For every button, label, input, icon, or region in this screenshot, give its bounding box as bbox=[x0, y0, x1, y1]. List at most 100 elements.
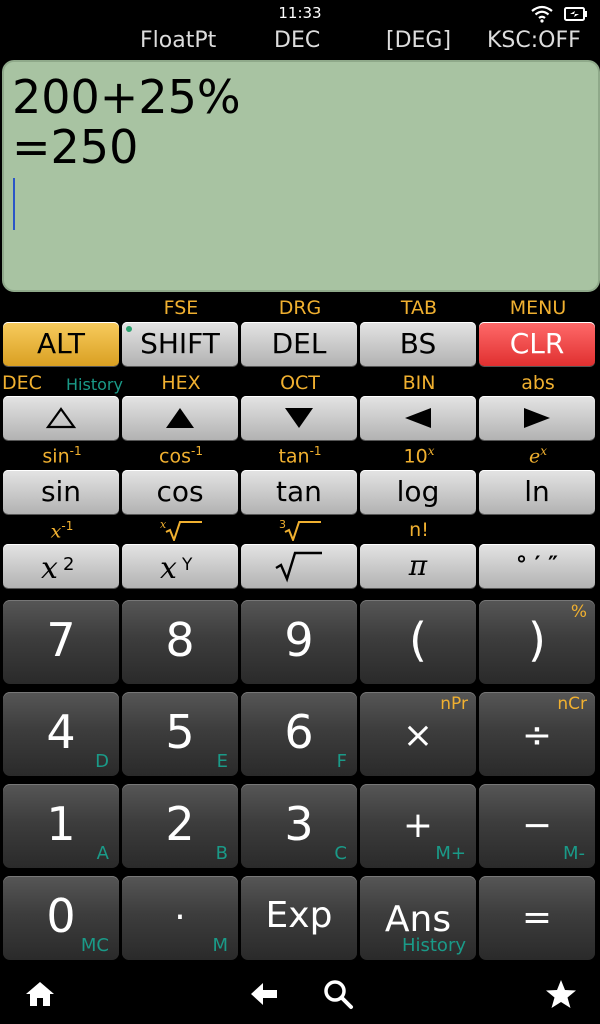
label-reciprocal: x-1 bbox=[50, 519, 74, 543]
svg-text:x: x bbox=[160, 519, 167, 531]
label-hex: HEX bbox=[161, 372, 201, 394]
status-icons bbox=[530, 4, 588, 24]
power-button[interactable]: x Y bbox=[122, 544, 238, 588]
svg-text:Y: Y bbox=[181, 555, 193, 575]
cos-button[interactable]: cos bbox=[122, 470, 238, 514]
shift-label: SHIFT bbox=[140, 327, 220, 360]
left-arrow-button[interactable] bbox=[360, 396, 476, 440]
sqrt-button[interactable] bbox=[241, 544, 357, 588]
hollow-up-triangle-icon bbox=[45, 407, 77, 429]
label-pow10: 10x bbox=[403, 444, 435, 468]
label-abs: abs bbox=[521, 372, 555, 394]
dms-button[interactable]: ° ′ ″ bbox=[479, 544, 595, 588]
equals-button[interactable]: = bbox=[479, 876, 595, 960]
result-line: =250 bbox=[12, 120, 139, 174]
row1-labels: FSE DRG TAB MENU bbox=[0, 297, 600, 319]
row2-labels: DEC History HEX OCT BIN abs bbox=[0, 372, 600, 394]
alt-button[interactable]: ALT bbox=[3, 322, 119, 366]
digit-0-button[interactable]: 0 MC bbox=[3, 876, 119, 960]
up-triangle-icon bbox=[166, 408, 194, 428]
up-arrow-button[interactable] bbox=[122, 396, 238, 440]
search-icon[interactable] bbox=[322, 978, 354, 1010]
square-root-icon bbox=[275, 551, 322, 583]
down-arrow-button[interactable] bbox=[241, 396, 357, 440]
down-triangle-icon bbox=[285, 408, 313, 428]
clock: 11:33 bbox=[278, 4, 322, 22]
svg-text:2: 2 bbox=[63, 554, 74, 575]
label-xth-root: x bbox=[122, 518, 240, 546]
right-arrow-button[interactable] bbox=[479, 396, 595, 440]
label-acos: cos-1 bbox=[159, 444, 203, 468]
hex-b-sub-label: B bbox=[215, 843, 228, 864]
shift-indicator-dot bbox=[126, 326, 132, 332]
digit-2-button[interactable]: 2 B bbox=[122, 784, 238, 868]
square-button[interactable]: x 2 bbox=[3, 544, 119, 588]
digit-4-button[interactable]: 4 D bbox=[3, 692, 119, 776]
svg-text:x: x bbox=[41, 551, 58, 584]
label-bin: BIN bbox=[402, 372, 436, 394]
key-label: 8 bbox=[165, 613, 195, 667]
status-bar: 11:33 bbox=[0, 0, 600, 28]
plus-button[interactable]: + M+ bbox=[360, 784, 476, 868]
tan-button[interactable]: tan bbox=[241, 470, 357, 514]
bs-button[interactable]: BS bbox=[360, 322, 476, 366]
label-exp: ex bbox=[528, 444, 548, 468]
ncr-sub-label: nCr bbox=[557, 694, 587, 714]
ln-button[interactable]: ln bbox=[479, 470, 595, 514]
key-label: ( bbox=[409, 613, 427, 667]
decimal-point-button[interactable]: · M bbox=[122, 876, 238, 960]
row4-labels: x-1 x 3 n! bbox=[0, 518, 600, 543]
label-drg: DRG bbox=[278, 297, 322, 319]
base-mode: DEC bbox=[274, 28, 321, 53]
digit-6-button[interactable]: 6 F bbox=[241, 692, 357, 776]
sin-button[interactable]: sin bbox=[3, 470, 119, 514]
back-icon[interactable] bbox=[248, 978, 280, 1010]
digit-7-button[interactable]: 7 bbox=[3, 600, 119, 684]
calculator-display[interactable]: 200+25% =250 bbox=[2, 60, 600, 292]
label-tab: TAB bbox=[400, 297, 438, 319]
key-label: 7 bbox=[46, 613, 76, 667]
key-label: 9 bbox=[284, 613, 314, 667]
exp-button[interactable]: Exp bbox=[241, 876, 357, 960]
star-icon[interactable] bbox=[545, 978, 577, 1010]
history-sub-label: History bbox=[401, 935, 466, 956]
xth-root-icon: x bbox=[160, 518, 202, 543]
hex-f-sub-label: F bbox=[336, 751, 347, 772]
label-asin: sin-1 bbox=[42, 444, 82, 468]
angle-mode: [DEG] bbox=[386, 28, 452, 53]
digit-3-button[interactable]: 3 C bbox=[241, 784, 357, 868]
wifi-icon bbox=[531, 5, 553, 23]
label-dec: DEC bbox=[2, 372, 42, 394]
log-button[interactable]: log bbox=[360, 470, 476, 514]
right-triangle-icon bbox=[524, 408, 550, 428]
memory-sub-label: M bbox=[212, 935, 228, 956]
mode-bar: FloatPt DEC [DEG] KSC:OFF bbox=[0, 28, 600, 58]
label-oct: OCT bbox=[280, 372, 320, 394]
label-fse: FSE bbox=[163, 297, 199, 319]
label-menu: MENU bbox=[509, 297, 567, 319]
hex-d-sub-label: D bbox=[95, 751, 109, 772]
digit-8-button[interactable]: 8 bbox=[122, 600, 238, 684]
shift-button[interactable]: SHIFT bbox=[122, 322, 238, 366]
clr-button[interactable]: CLR bbox=[479, 322, 595, 366]
multiply-button[interactable]: × nPr bbox=[360, 692, 476, 776]
home-icon[interactable] bbox=[24, 978, 56, 1010]
pi-button[interactable]: π bbox=[360, 544, 476, 588]
memory-clear-sub-label: MC bbox=[80, 935, 109, 956]
label-history: History bbox=[66, 375, 123, 394]
left-triangle-icon bbox=[405, 408, 431, 428]
label-atan: tan-1 bbox=[278, 444, 322, 468]
del-button[interactable]: DEL bbox=[241, 322, 357, 366]
hex-a-sub-label: A bbox=[96, 843, 109, 864]
digit-9-button[interactable]: 9 bbox=[241, 600, 357, 684]
open-paren-button[interactable]: ( bbox=[360, 600, 476, 684]
minus-button[interactable]: − M- bbox=[479, 784, 595, 868]
digit-5-button[interactable]: 5 E bbox=[122, 692, 238, 776]
navigation-bar bbox=[0, 964, 600, 1024]
divide-button[interactable]: ÷ nCr bbox=[479, 692, 595, 776]
svg-text:x: x bbox=[160, 551, 177, 584]
close-paren-button[interactable]: ) % bbox=[479, 600, 595, 684]
digit-1-button[interactable]: 1 A bbox=[3, 784, 119, 868]
ans-button[interactable]: Ans History bbox=[360, 876, 476, 960]
history-up-button[interactable] bbox=[3, 396, 119, 440]
